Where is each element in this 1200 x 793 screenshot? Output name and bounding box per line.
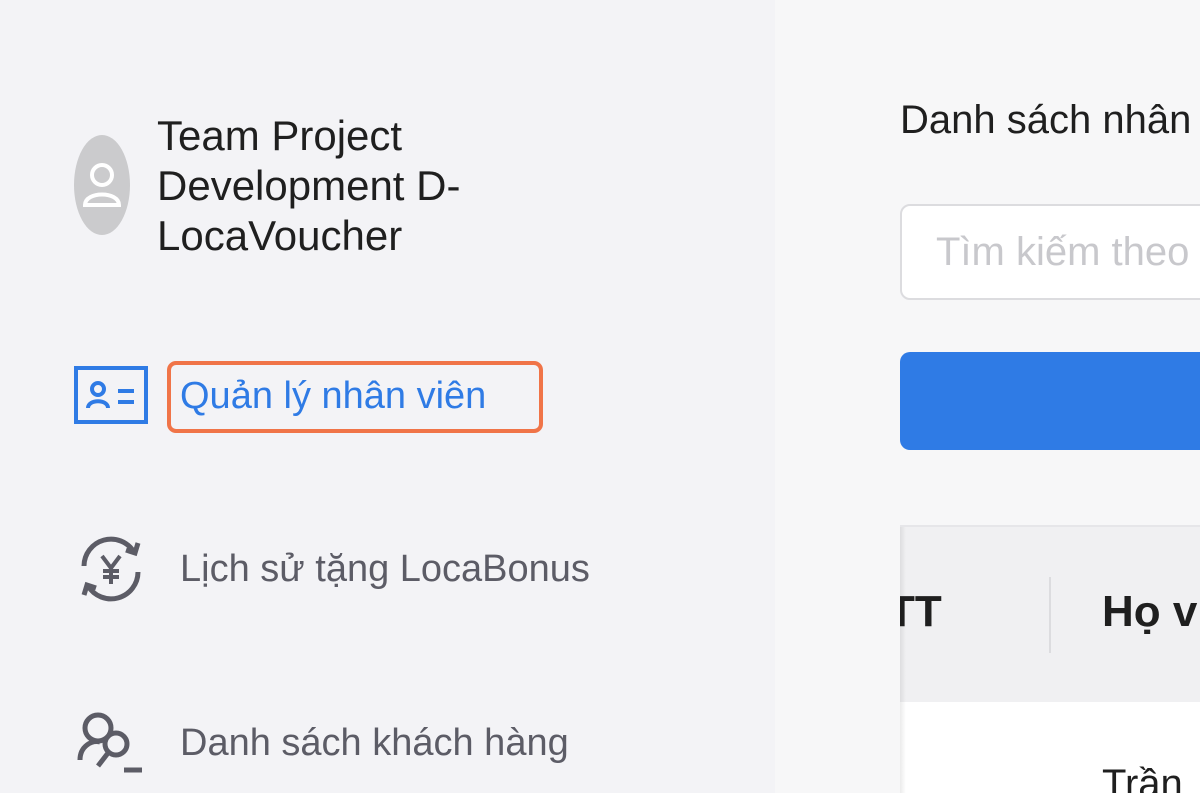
column-header-stt[interactable]: TT — [900, 587, 942, 637]
cell-name: Trần — [1102, 762, 1183, 793]
highlight-box — [167, 361, 543, 433]
sidebar-item-label: Lịch sử tặng LocaBonus — [180, 547, 590, 590]
sidebar: Team Project Development D-LocaVoucher Q… — [0, 0, 775, 793]
table-header: TT Họ v — [900, 527, 1200, 702]
table-scroll-shadow — [900, 527, 906, 793]
avatar[interactable] — [74, 135, 130, 235]
sidebar-item-label: Danh sách khách hàng — [180, 721, 569, 764]
id-card-icon — [74, 359, 148, 433]
user-icon — [82, 163, 122, 207]
page-title: Danh sách nhân — [900, 98, 1192, 142]
column-divider — [1049, 577, 1051, 653]
customer-search-icon — [74, 706, 148, 780]
yen-exchange-icon — [74, 532, 148, 606]
sidebar-item-customer-list[interactable]: Danh sách khách hàng — [74, 703, 569, 783]
column-header-name[interactable]: Họ v — [1102, 587, 1197, 637]
sidebar-item-locabonus-history[interactable]: Lịch sử tặng LocaBonus — [74, 529, 590, 609]
employee-table: TT Họ v Trần — [900, 525, 1200, 793]
main-content: Danh sách nhân TT Họ v Trần — [775, 0, 1200, 793]
team-name: Team Project Development D-LocaVoucher — [157, 112, 461, 259]
search-input[interactable] — [900, 204, 1200, 300]
primary-button[interactable] — [900, 352, 1200, 450]
